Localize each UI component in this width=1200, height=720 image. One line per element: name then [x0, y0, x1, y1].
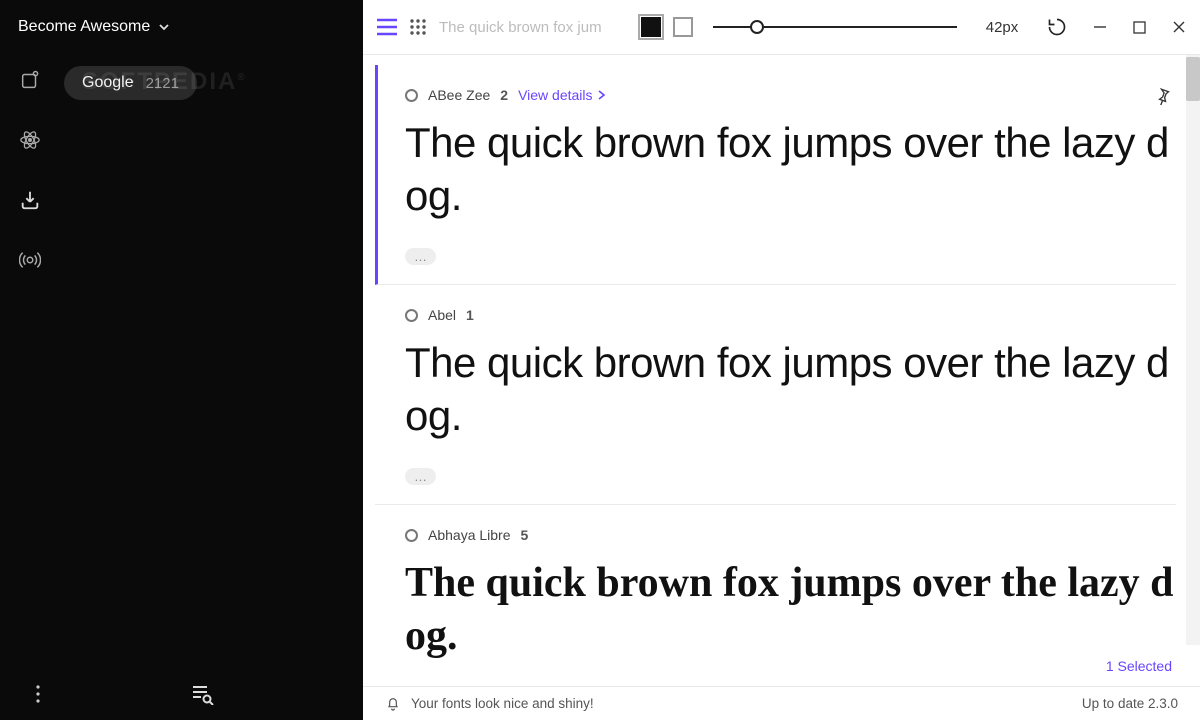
font-name: ABee Zee: [428, 87, 490, 103]
chevron-down-icon: [158, 21, 170, 33]
window-close-button[interactable]: [1172, 20, 1186, 34]
collections-icon[interactable]: [16, 66, 44, 94]
tags-button[interactable]: …: [405, 468, 436, 485]
tags-button[interactable]: …: [405, 248, 436, 265]
collection-dropdown[interactable]: Become Awesome: [0, 0, 363, 36]
main-panel: The quick brown fox jum 42px: [363, 0, 1200, 720]
scrollbar[interactable]: [1186, 55, 1200, 645]
font-list: ABee Zee 2 View details The quick brown …: [363, 55, 1200, 686]
font-card[interactable]: ABee Zee 2 View details The quick brown …: [375, 65, 1176, 285]
preview-text-input[interactable]: The quick brown fox jum: [439, 19, 629, 36]
list-view-icon[interactable]: [377, 18, 397, 36]
selection-count[interactable]: 1 Selected: [1106, 658, 1172, 674]
more-menu-icon[interactable]: [18, 685, 58, 703]
download-icon[interactable]: [16, 186, 44, 214]
font-variant-count: 5: [521, 527, 529, 543]
view-details-link[interactable]: View details: [518, 87, 605, 103]
version-label: Up to date 2.3.0: [1082, 696, 1178, 711]
status-bar: Your fonts look nice and shiny! Up to da…: [363, 686, 1200, 720]
pin-icon[interactable]: [1154, 87, 1172, 110]
font-variant-count: 1: [466, 307, 474, 323]
source-count: 2121: [146, 75, 179, 92]
bell-icon[interactable]: [385, 696, 401, 712]
status-message: Your fonts look nice and shiny!: [411, 696, 594, 711]
search-list-icon[interactable]: [58, 683, 345, 705]
source-pill-google[interactable]: Google 2121: [64, 66, 197, 100]
font-sample: The quick brown fox jumps over the lazy …: [405, 117, 1176, 222]
font-name: Abel: [428, 307, 456, 323]
chevron-right-icon: [597, 90, 606, 100]
foreground-color-swatch[interactable]: [641, 17, 661, 37]
window-maximize-button[interactable]: [1133, 21, 1146, 34]
grid-view-icon[interactable]: [409, 18, 427, 36]
collection-title: Become Awesome: [18, 18, 150, 36]
atom-icon[interactable]: [16, 126, 44, 154]
font-variant-count: 2: [500, 87, 508, 103]
scroll-thumb[interactable]: [1186, 57, 1200, 101]
window-minimize-button[interactable]: [1093, 20, 1107, 34]
select-ring[interactable]: [405, 309, 418, 322]
broadcast-icon[interactable]: [16, 246, 44, 274]
font-sample: The quick brown fox jumps over the lazy …: [405, 337, 1176, 442]
sidebar-icon-column: [0, 36, 60, 668]
size-slider[interactable]: [713, 26, 957, 28]
select-ring[interactable]: [405, 529, 418, 542]
font-name: Abhaya Libre: [428, 527, 511, 543]
toolbar: The quick brown fox jum 42px: [363, 0, 1200, 55]
source-list: Google 2121: [60, 36, 363, 668]
background-color-swatch[interactable]: [673, 17, 693, 37]
select-ring[interactable]: [405, 89, 418, 102]
sidebar: Become Awesome SOFTPEDIA® Google 2121: [0, 0, 363, 720]
source-name: Google: [82, 74, 134, 92]
size-label: 42px: [977, 19, 1027, 36]
font-card[interactable]: Abel 1 The quick brown fox jumps over th…: [375, 285, 1176, 505]
font-card[interactable]: Abhaya Libre 5 The quick brown fox jumps…: [375, 505, 1176, 686]
reset-icon[interactable]: [1047, 17, 1067, 37]
slider-thumb[interactable]: [750, 20, 764, 34]
font-sample: The quick brown fox jumps over the lazy …: [405, 557, 1176, 662]
